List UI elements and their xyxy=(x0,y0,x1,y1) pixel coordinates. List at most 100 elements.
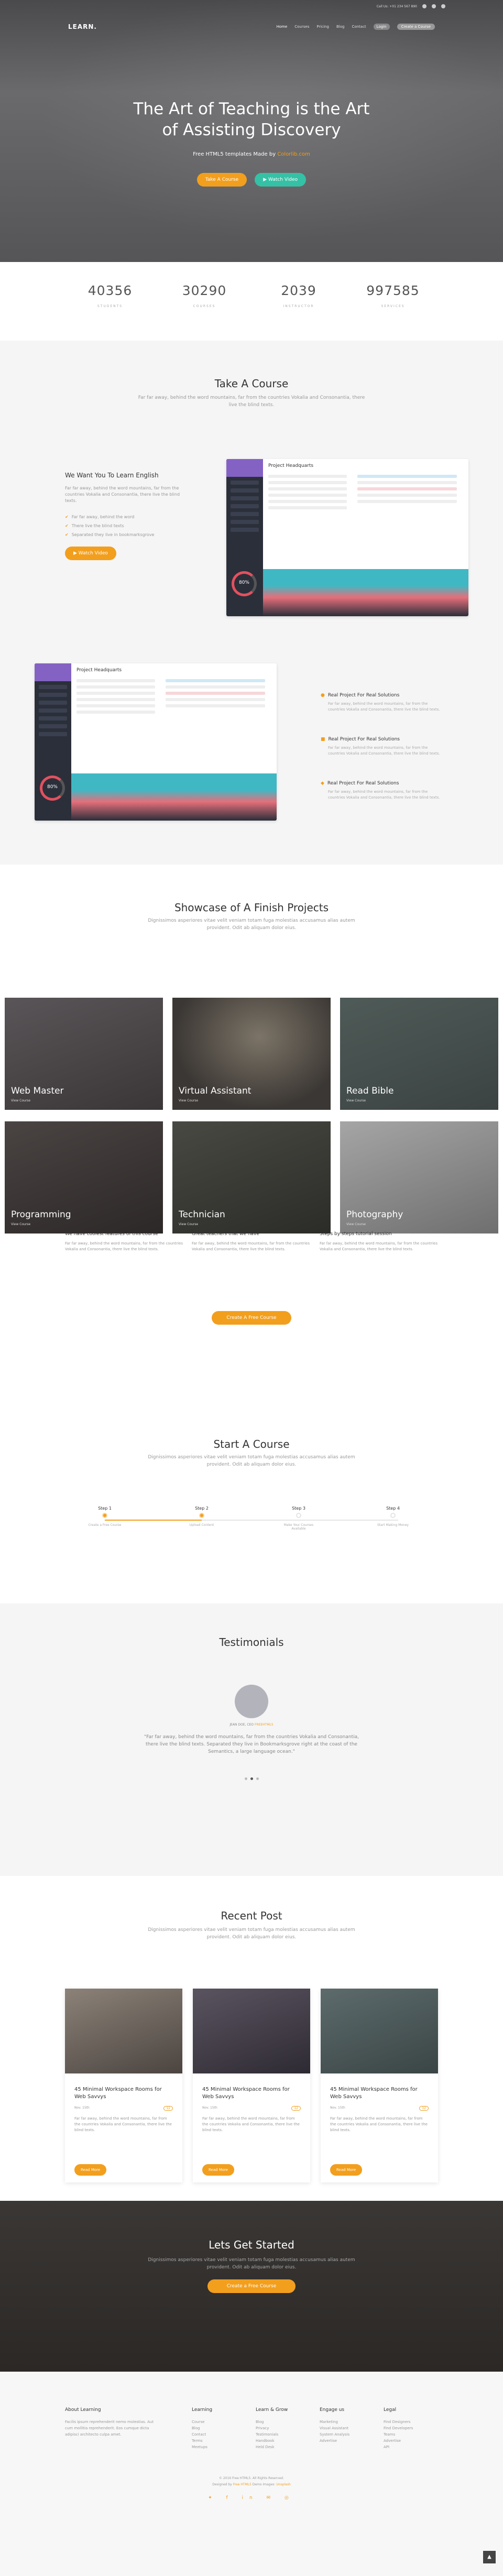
dashboard-gauge: 80% xyxy=(232,571,257,596)
comment-count: 12 xyxy=(419,2106,429,2111)
course-tile[interactable]: Programming View Course xyxy=(5,1121,163,1234)
course-tile[interactable]: Read Bible View Course xyxy=(340,998,498,1110)
nav-item-blog[interactable]: Blog xyxy=(336,25,344,29)
create-free-course-button[interactable]: Create A Free Course xyxy=(212,1311,291,1325)
carousel-dot[interactable] xyxy=(244,1777,247,1780)
footer-link[interactable]: Meetups xyxy=(192,2444,212,2450)
credits-link[interactable]: Free HTML5 xyxy=(233,2483,252,2486)
step-label: Step 1 xyxy=(98,1506,112,1511)
check-icon: ✔ xyxy=(65,515,69,519)
tile-title: Virtual Assistant xyxy=(179,1086,252,1096)
tile-subtitle[interactable]: View Course xyxy=(346,1222,366,1226)
footer-link[interactable]: Find Developers xyxy=(384,2425,413,2431)
footer-link[interactable]: Visual Assistant xyxy=(320,2425,349,2431)
read-more-button[interactable]: Read More xyxy=(330,2164,363,2176)
course-tile[interactable]: Web Master View Course xyxy=(5,998,163,1110)
logo[interactable]: LEARN. xyxy=(68,23,97,30)
step-label: Step 3 xyxy=(292,1506,305,1511)
tile-subtitle[interactable]: View Course xyxy=(11,1222,30,1226)
footer-link[interactable]: Advertise xyxy=(384,2438,413,2444)
watch-video-button[interactable]: ▶ Watch Video xyxy=(65,547,116,560)
tile-title: Read Bible xyxy=(346,1086,394,1096)
step-desc: Make Your Courses Available xyxy=(283,1523,314,1531)
section-subtitle: Dignissimos asperiores vitae velit venia… xyxy=(148,918,355,931)
tile-subtitle[interactable]: View Course xyxy=(346,1099,366,1103)
footer-link[interactable]: Testimonials xyxy=(256,2431,288,2438)
carousel-dot[interactable] xyxy=(256,1777,259,1780)
nav-item-home[interactable]: Home xyxy=(277,25,288,29)
images-link[interactable]: Unsplash xyxy=(276,2483,290,2486)
nav-item-courses[interactable]: Courses xyxy=(294,25,309,29)
create-course-button[interactable]: Create a Course xyxy=(397,24,435,30)
footer-link[interactable]: Course xyxy=(192,2419,212,2425)
take-course-button[interactable]: Take A Course xyxy=(196,173,247,187)
list-item: ✔ Far far away, behind the word xyxy=(65,515,191,519)
footer-link[interactable]: Blog xyxy=(256,2419,288,2425)
footer-link[interactable]: Blog xyxy=(192,2425,212,2431)
watch-video-button[interactable]: ▶ Watch Video xyxy=(255,173,307,187)
blog-image[interactable] xyxy=(65,1989,182,2073)
footer-link[interactable]: API xyxy=(384,2444,413,2450)
hero-title-line2: of Assisting Discovery xyxy=(162,121,341,139)
blog-image[interactable] xyxy=(193,1989,310,2073)
login-button[interactable]: Login xyxy=(373,24,390,30)
blog-meta: Nov. 15th 12 xyxy=(321,2106,438,2111)
nav-item-contact[interactable]: Contact xyxy=(352,25,366,29)
footer-link[interactable]: Marketing xyxy=(320,2419,349,2425)
footer-link[interactable]: Terms xyxy=(192,2438,212,2444)
dashboard-list xyxy=(357,475,457,506)
dashboard-title: Project Headquarts xyxy=(268,463,314,468)
tile-subtitle[interactable]: View Course xyxy=(179,1222,198,1226)
footer-link[interactable]: Privacy xyxy=(256,2425,288,2431)
course-tile[interactable]: Virtual Assistant View Course xyxy=(172,998,331,1110)
tile-subtitle[interactable]: View Course xyxy=(11,1099,30,1103)
footer-about-text: Facilis ipsum reprehenderit nemo molesti… xyxy=(65,2420,154,2437)
linkedin-icon[interactable] xyxy=(441,4,445,8)
back-to-top-button[interactable]: ▲ xyxy=(483,2551,496,2563)
step-4[interactable]: Step 4 Start Making Money xyxy=(372,1506,414,1527)
footer-social-icons[interactable]: ✦ f in ✉ ◎ xyxy=(0,2495,503,2501)
section-title: Showcase of A Finish Projects xyxy=(174,901,329,914)
footer-column: Engage us Marketing Visual Assistant Syste… xyxy=(320,2407,349,2444)
project-title: ◆ Real Project For Real Solutions xyxy=(321,781,441,786)
footer-link[interactable]: Find Designers xyxy=(384,2419,413,2425)
blog-title[interactable]: 45 Minimal Workspace Rooms for Web Savvy… xyxy=(193,2086,310,2101)
carousel-dot-active[interactable] xyxy=(250,1777,253,1780)
steps-progress: Step 1 Create a Free Course Step 2 Upload … xyxy=(88,1506,414,1541)
carousel-dots xyxy=(0,1772,503,1782)
blog-title[interactable]: 45 Minimal Workspace Rooms for Web Savvy… xyxy=(65,2086,182,2101)
read-more-button[interactable]: Read More xyxy=(202,2164,235,2176)
footer-link[interactable]: Handbook xyxy=(256,2438,288,2444)
stat-number: 997585 xyxy=(366,283,420,298)
step-1[interactable]: Step 1 Create a Free Course xyxy=(84,1506,126,1527)
blog-image[interactable] xyxy=(321,1989,438,2073)
feature-title: We have coolest features of this course xyxy=(65,1231,158,1237)
step-3[interactable]: Step 3 Make Your Courses Available xyxy=(278,1506,320,1531)
footer-link[interactable]: Advertise xyxy=(320,2438,349,2444)
read-more-button[interactable]: Read More xyxy=(74,2164,107,2176)
facebook-icon[interactable] xyxy=(432,4,436,8)
footer-link[interactable]: Teams xyxy=(384,2431,413,2438)
twitter-icon[interactable] xyxy=(422,4,427,8)
hero-sub-link[interactable]: Colorlib.com xyxy=(277,151,310,157)
footer-link[interactable]: System Analysis xyxy=(320,2431,349,2438)
blog-card: 45 Minimal Workspace Rooms for Web Savvy… xyxy=(65,1989,182,2182)
take-course-section: Take A Course Far far away, behind the w… xyxy=(0,341,503,865)
tile-subtitle[interactable]: View Course xyxy=(179,1099,198,1103)
footer-link[interactable]: Held Desk xyxy=(256,2444,288,2450)
feature-title: Steps by steps tutorial session xyxy=(320,1231,392,1237)
get-started-section: Lets Get Started Dignissimos asperiores … xyxy=(0,2201,503,2372)
course-tile[interactable]: Technician View Course xyxy=(172,1121,331,1234)
list-item-text: Far far away, behind the word xyxy=(71,515,135,519)
course-tile[interactable]: Photography View Course xyxy=(340,1121,498,1234)
nav-item-pricing[interactable]: Pricing xyxy=(316,25,329,29)
stat-number: 30290 xyxy=(182,283,227,298)
testimonial-author: JEAN DOE, CEO FREEHTML5 xyxy=(0,1723,503,1727)
step-2[interactable]: Step 2 Upload Content xyxy=(181,1506,223,1527)
blog-title[interactable]: 45 Minimal Workspace Rooms for Web Savvy… xyxy=(321,2086,438,2101)
footer-link[interactable]: Contact xyxy=(192,2431,212,2438)
stat-label: INSTRUCTOR xyxy=(283,304,314,308)
blog-date: Nov. 15th xyxy=(330,2106,345,2110)
shield-icon: ◆ xyxy=(321,781,324,786)
create-free-course-button[interactable]: Create a Free Course xyxy=(207,2279,296,2293)
